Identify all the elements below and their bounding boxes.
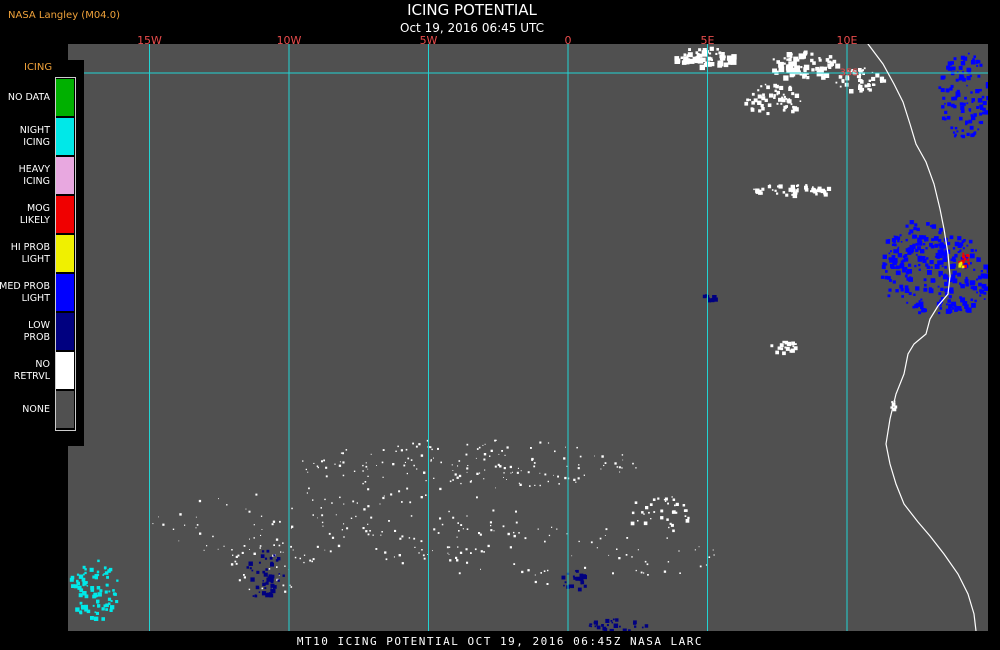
coastline: [867, 44, 977, 631]
legend-item-label: NO RETRVL: [13, 358, 50, 382]
legend-item-label: HI PROB LIGHT: [10, 241, 50, 265]
legend-title: ICING: [24, 62, 53, 73]
legend-item-label: LOW PROB: [23, 319, 50, 343]
map-canvas: [68, 44, 988, 631]
map-title: ICING POTENTIAL: [407, 1, 537, 19]
footer-caption: MT10 ICING POTENTIAL OCT 19, 2016 06:45Z…: [296, 635, 704, 648]
legend-item-label: NONE: [22, 403, 50, 415]
latitude-label: 35S: [839, 67, 859, 79]
legend-item-label: HEAVY ICING: [18, 163, 50, 187]
legend-item-label: MOG LIKELY: [19, 202, 50, 226]
map-timestamp: Oct 19, 2016 06:45 UTC: [400, 21, 544, 35]
legend-item-label: NO DATA: [7, 91, 50, 103]
legend: ICING NO DATA NIGHT ICING HEAVY ICING MOG L…: [0, 60, 84, 446]
legend-item-label: NIGHT ICING: [19, 124, 50, 148]
legend-frame: [55, 77, 76, 431]
icing-patches: [69, 46, 988, 631]
icing-map[interactable]: 35S30S35S30S: [68, 44, 988, 631]
grid-lines: [68, 44, 988, 631]
legend-item-label: MED PROB LIGHT: [0, 280, 50, 304]
